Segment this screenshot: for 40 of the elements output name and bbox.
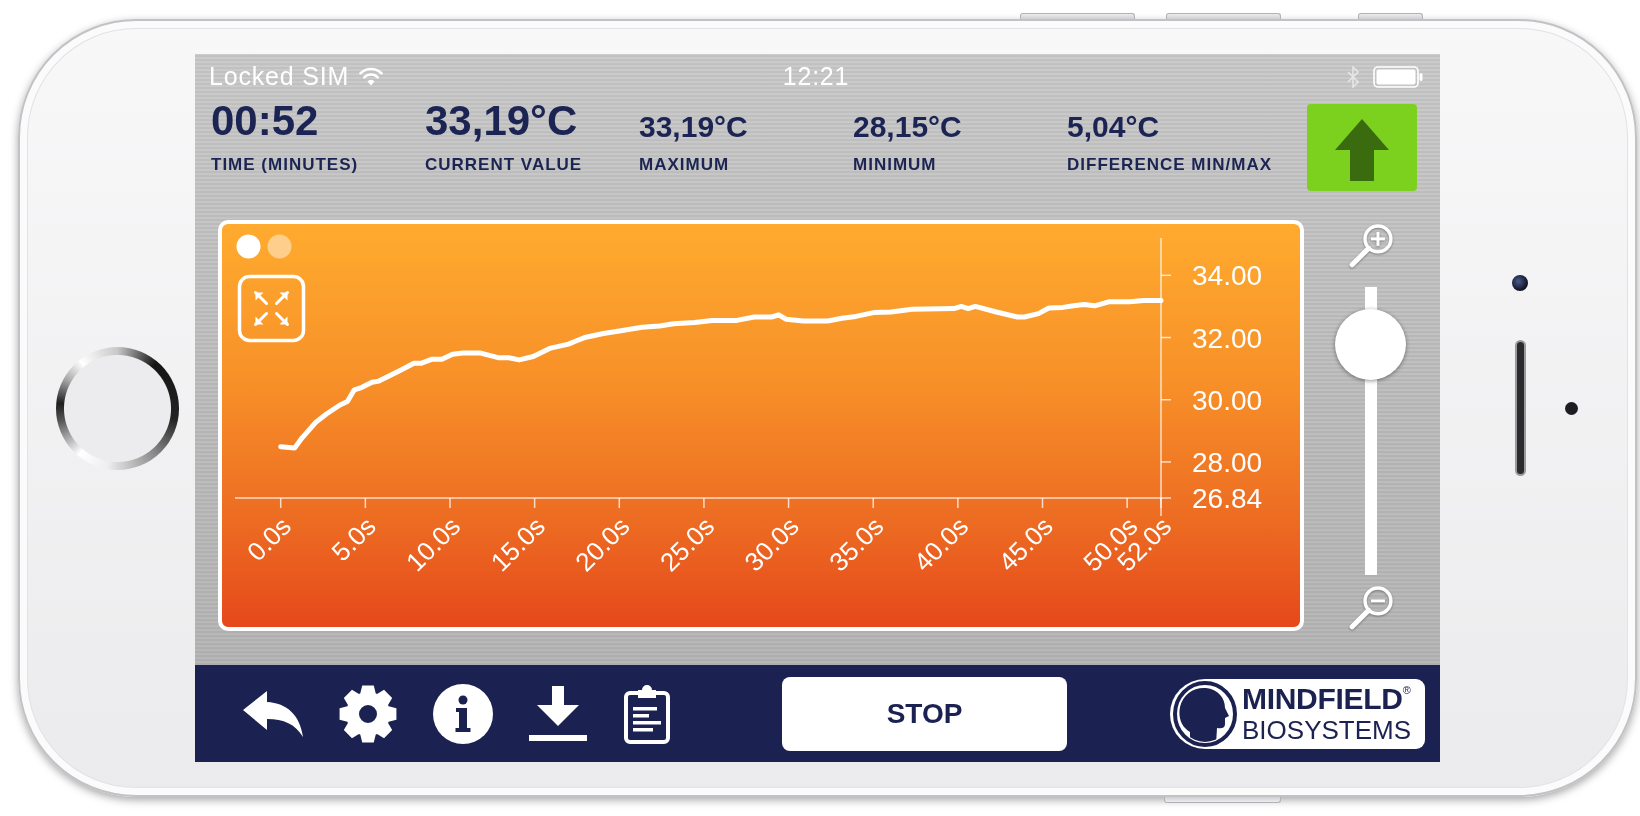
logo-tagline: BIOSYSTEMS [1242, 717, 1412, 743]
back-icon[interactable] [243, 690, 303, 737]
reading-value: 28,15°C [853, 112, 962, 142]
reading-label: CURRENT VALUE [425, 156, 583, 173]
logo-wordmark: MINDFIELD$^{®}$ [1242, 684, 1412, 714]
settings-icon[interactable] [339, 684, 397, 743]
reading-label: DIFFERENCE MIN/MAX [1067, 156, 1272, 173]
side-button[interactable] [1166, 13, 1281, 19]
carrier-label: Locked SIM [209, 60, 349, 92]
slider-thumb[interactable] [1334, 309, 1406, 381]
reading-label: TIME (MINUTES) [211, 156, 359, 173]
side-button[interactable] [1358, 13, 1423, 19]
axis-tick-label: 34.00 [1192, 260, 1263, 292]
axis-tick-label: 0.0s [241, 511, 297, 567]
reading-value: 00:52 [211, 100, 319, 142]
reading-value: 33,19°C [425, 100, 578, 142]
clock-label: 12:21 [782, 60, 850, 92]
reading-label: MINIMUM [853, 156, 937, 173]
reading-value: 33,19°C [639, 112, 748, 142]
axis-tick-label: 32.00 [1192, 322, 1263, 354]
download-icon[interactable] [529, 685, 587, 742]
bluetooth-icon [1347, 65, 1359, 88]
axis-tick-label: 28.00 [1192, 446, 1263, 478]
axis-tick-label: 5.0s [325, 511, 382, 567]
side-button[interactable] [1164, 797, 1281, 803]
wifi-icon [358, 67, 384, 86]
reading-label: MAXIMUM [639, 156, 730, 173]
front-camera [1512, 275, 1528, 291]
clipboard-icon[interactable] [623, 683, 671, 744]
expand-icon[interactable] [237, 274, 306, 343]
axis-tick-label: 30.00 [1192, 384, 1263, 416]
reading-value: 5,04°C [1067, 112, 1160, 142]
info-icon[interactable] [433, 683, 493, 744]
proximity-sensor [1565, 401, 1578, 415]
stop-button[interactable]: STOP [782, 676, 1067, 751]
side-button[interactable] [1020, 13, 1135, 19]
battery-icon [1373, 65, 1423, 88]
page-dot-icon[interactable] [267, 234, 292, 259]
page-dot-icon[interactable] [236, 234, 261, 259]
axis-tick-label: 26.84 [1192, 483, 1263, 514]
